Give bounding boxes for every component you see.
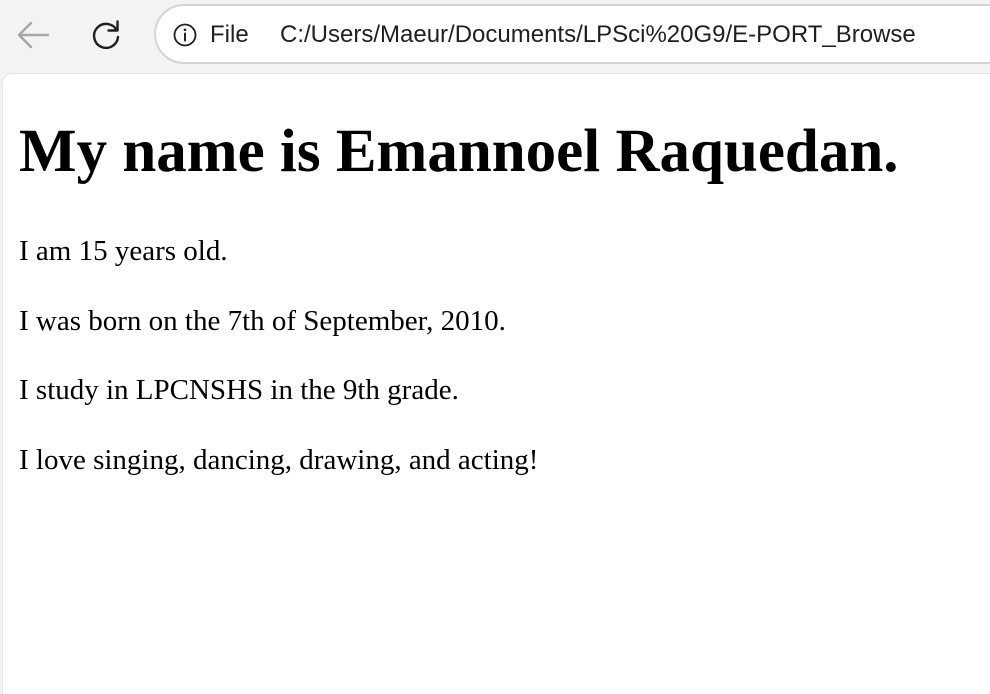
reload-button[interactable]: [84, 13, 128, 57]
page-heading: My name is Emannoel Raquedan.: [19, 118, 899, 185]
paragraph-hobbies: I love singing, dancing, drawing, and ac…: [19, 444, 539, 476]
browser-toolbar: File C:/Users/Maeur/Documents/LPSci%20G9…: [0, 0, 990, 72]
reload-icon: [92, 20, 120, 50]
paragraph-school: I study in LPCNSHS in the 9th grade.: [19, 374, 459, 406]
info-icon[interactable]: [173, 23, 197, 47]
address-bar[interactable]: File C:/Users/Maeur/Documents/LPSci%20G9…: [154, 4, 990, 64]
paragraph-birthdate: I was born on the 7th of September, 2010…: [19, 305, 506, 337]
url-text[interactable]: C:/Users/Maeur/Documents/LPSci%20G9/E-PO…: [280, 20, 916, 50]
arrow-left-icon: [17, 21, 50, 49]
back-button[interactable]: [11, 13, 55, 57]
paragraph-age: I am 15 years old.: [19, 235, 228, 267]
page-content: My name is Emannoel Raquedan. I am 15 ye…: [2, 73, 990, 694]
site-scheme-label[interactable]: File: [210, 20, 249, 50]
